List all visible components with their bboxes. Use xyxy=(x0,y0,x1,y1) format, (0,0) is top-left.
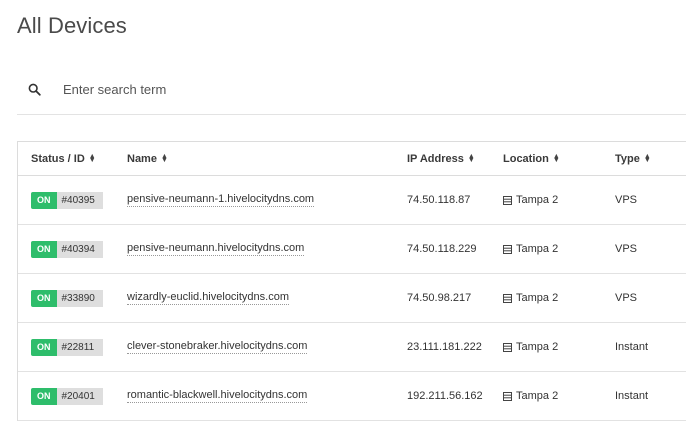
search-bar xyxy=(17,70,686,115)
name-cell: clever-stonebraker.hivelocitydns.com xyxy=(127,323,308,371)
sort-icon: ▲ ▼ xyxy=(160,152,168,164)
status-cell: ON #40394 xyxy=(31,225,103,273)
server-icon xyxy=(503,293,512,303)
table-row: ON #40394 pensive-neumann.hivelocitydns.… xyxy=(18,225,686,274)
column-header-label: Location xyxy=(503,152,549,165)
column-header-status[interactable]: Status / ID ▲ ▼ xyxy=(31,142,96,175)
name-cell: romantic-blackwell.hivelocitydns.com xyxy=(127,372,308,420)
location-cell: Tampa 2 xyxy=(503,323,558,371)
status-badge: ON xyxy=(31,289,57,307)
table-header: Status / ID ▲ ▼ Name ▲ ▼ IP Address ▲ ▼ Loc… xyxy=(18,142,686,176)
column-header-label: Name xyxy=(127,152,157,165)
device-name-link[interactable]: pensive-neumann-1.hivelocitydns.com xyxy=(127,193,315,207)
location-cell: Tampa 2 xyxy=(503,372,558,420)
server-icon xyxy=(503,195,512,205)
location-label: Tampa 2 xyxy=(516,194,559,206)
location-cell: Tampa 2 xyxy=(503,176,558,224)
device-type: Instant xyxy=(615,390,649,402)
name-cell: pensive-neumann-1.hivelocitydns.com xyxy=(127,176,315,224)
column-header-label: Type xyxy=(615,152,640,165)
table-row: ON #20401 romantic-blackwell.hivelocityd… xyxy=(18,372,686,421)
device-type: VPS xyxy=(615,243,638,255)
location-label: Tampa 2 xyxy=(516,243,559,255)
device-name-link[interactable]: wizardly-euclid.hivelocitydns.com xyxy=(127,291,290,305)
search-input[interactable] xyxy=(61,80,465,98)
sort-icon: ▲ ▼ xyxy=(552,152,560,164)
table-row: ON #40395 pensive-neumann-1.hivelocitydn… xyxy=(18,176,686,225)
status-badge: ON xyxy=(31,191,57,209)
status-cell: ON #20401 xyxy=(31,372,103,420)
devices-table: Status / ID ▲ ▼ Name ▲ ▼ IP Address ▲ ▼ Loc… xyxy=(17,141,686,421)
status-badge: ON xyxy=(31,240,57,258)
device-type: VPS xyxy=(615,194,638,206)
name-cell: wizardly-euclid.hivelocitydns.com xyxy=(127,274,290,322)
ip-address: 23.111.181.222 xyxy=(407,341,482,353)
page-title: All Devices xyxy=(17,13,127,38)
status-badge: ON xyxy=(31,338,57,356)
device-name-link[interactable]: romantic-blackwell.hivelocitydns.com xyxy=(127,389,308,403)
location-cell: Tampa 2 xyxy=(503,225,558,273)
ip-address: 74.50.118.87 xyxy=(407,194,471,206)
status-cell: ON #33890 xyxy=(31,274,103,322)
location-cell: Tampa 2 xyxy=(503,274,558,322)
column-header-name[interactable]: Name ▲ ▼ xyxy=(127,142,168,175)
column-header-location[interactable]: Location ▲ ▼ xyxy=(503,142,560,175)
ip-address: 192.211.56.162 xyxy=(407,390,483,402)
status-badge: ON xyxy=(31,387,57,405)
device-id: #22811 xyxy=(56,338,103,356)
status-cell: ON #40395 xyxy=(31,176,103,224)
name-cell: pensive-neumann.hivelocitydns.com xyxy=(127,225,305,273)
sort-icon: ▲ ▼ xyxy=(643,152,651,164)
column-header-ip[interactable]: IP Address ▲ ▼ xyxy=(407,142,475,175)
location-label: Tampa 2 xyxy=(516,390,559,402)
status-cell: ON #22811 xyxy=(31,323,103,371)
devices-page: All Devices Status / ID ▲▼ Name ▲▼ IP Ad… xyxy=(0,0,686,427)
column-header-label: Status / ID xyxy=(31,152,85,165)
server-icon xyxy=(503,391,512,401)
column-header-type[interactable]: Type ▲ ▼ xyxy=(615,142,651,175)
ip-address: 74.50.98.217 xyxy=(407,292,472,304)
device-type: Instant xyxy=(615,341,649,353)
location-label: Tampa 2 xyxy=(516,292,559,304)
server-icon xyxy=(503,244,512,254)
device-id: #40394 xyxy=(56,240,103,258)
device-id: #20401 xyxy=(56,387,103,405)
device-name-link[interactable]: clever-stonebraker.hivelocitydns.com xyxy=(127,340,308,354)
device-id: #33890 xyxy=(56,289,103,307)
ip-address: 74.50.118.229 xyxy=(407,243,477,255)
server-icon xyxy=(503,342,512,352)
location-label: Tampa 2 xyxy=(516,341,559,353)
table-row: ON #33890 wizardly-euclid.hivelocitydns.… xyxy=(18,274,686,323)
device-name-link[interactable]: pensive-neumann.hivelocitydns.com xyxy=(127,242,305,256)
column-header-label: IP Address xyxy=(407,152,464,165)
search-icon[interactable] xyxy=(19,83,49,96)
sort-icon: ▲ ▼ xyxy=(467,152,475,164)
device-type: VPS xyxy=(615,292,638,304)
table-row: ON #22811 clever-stonebraker.hivelocityd… xyxy=(18,323,686,372)
sort-icon: ▲ ▼ xyxy=(88,152,96,164)
device-id: #40395 xyxy=(56,191,103,209)
